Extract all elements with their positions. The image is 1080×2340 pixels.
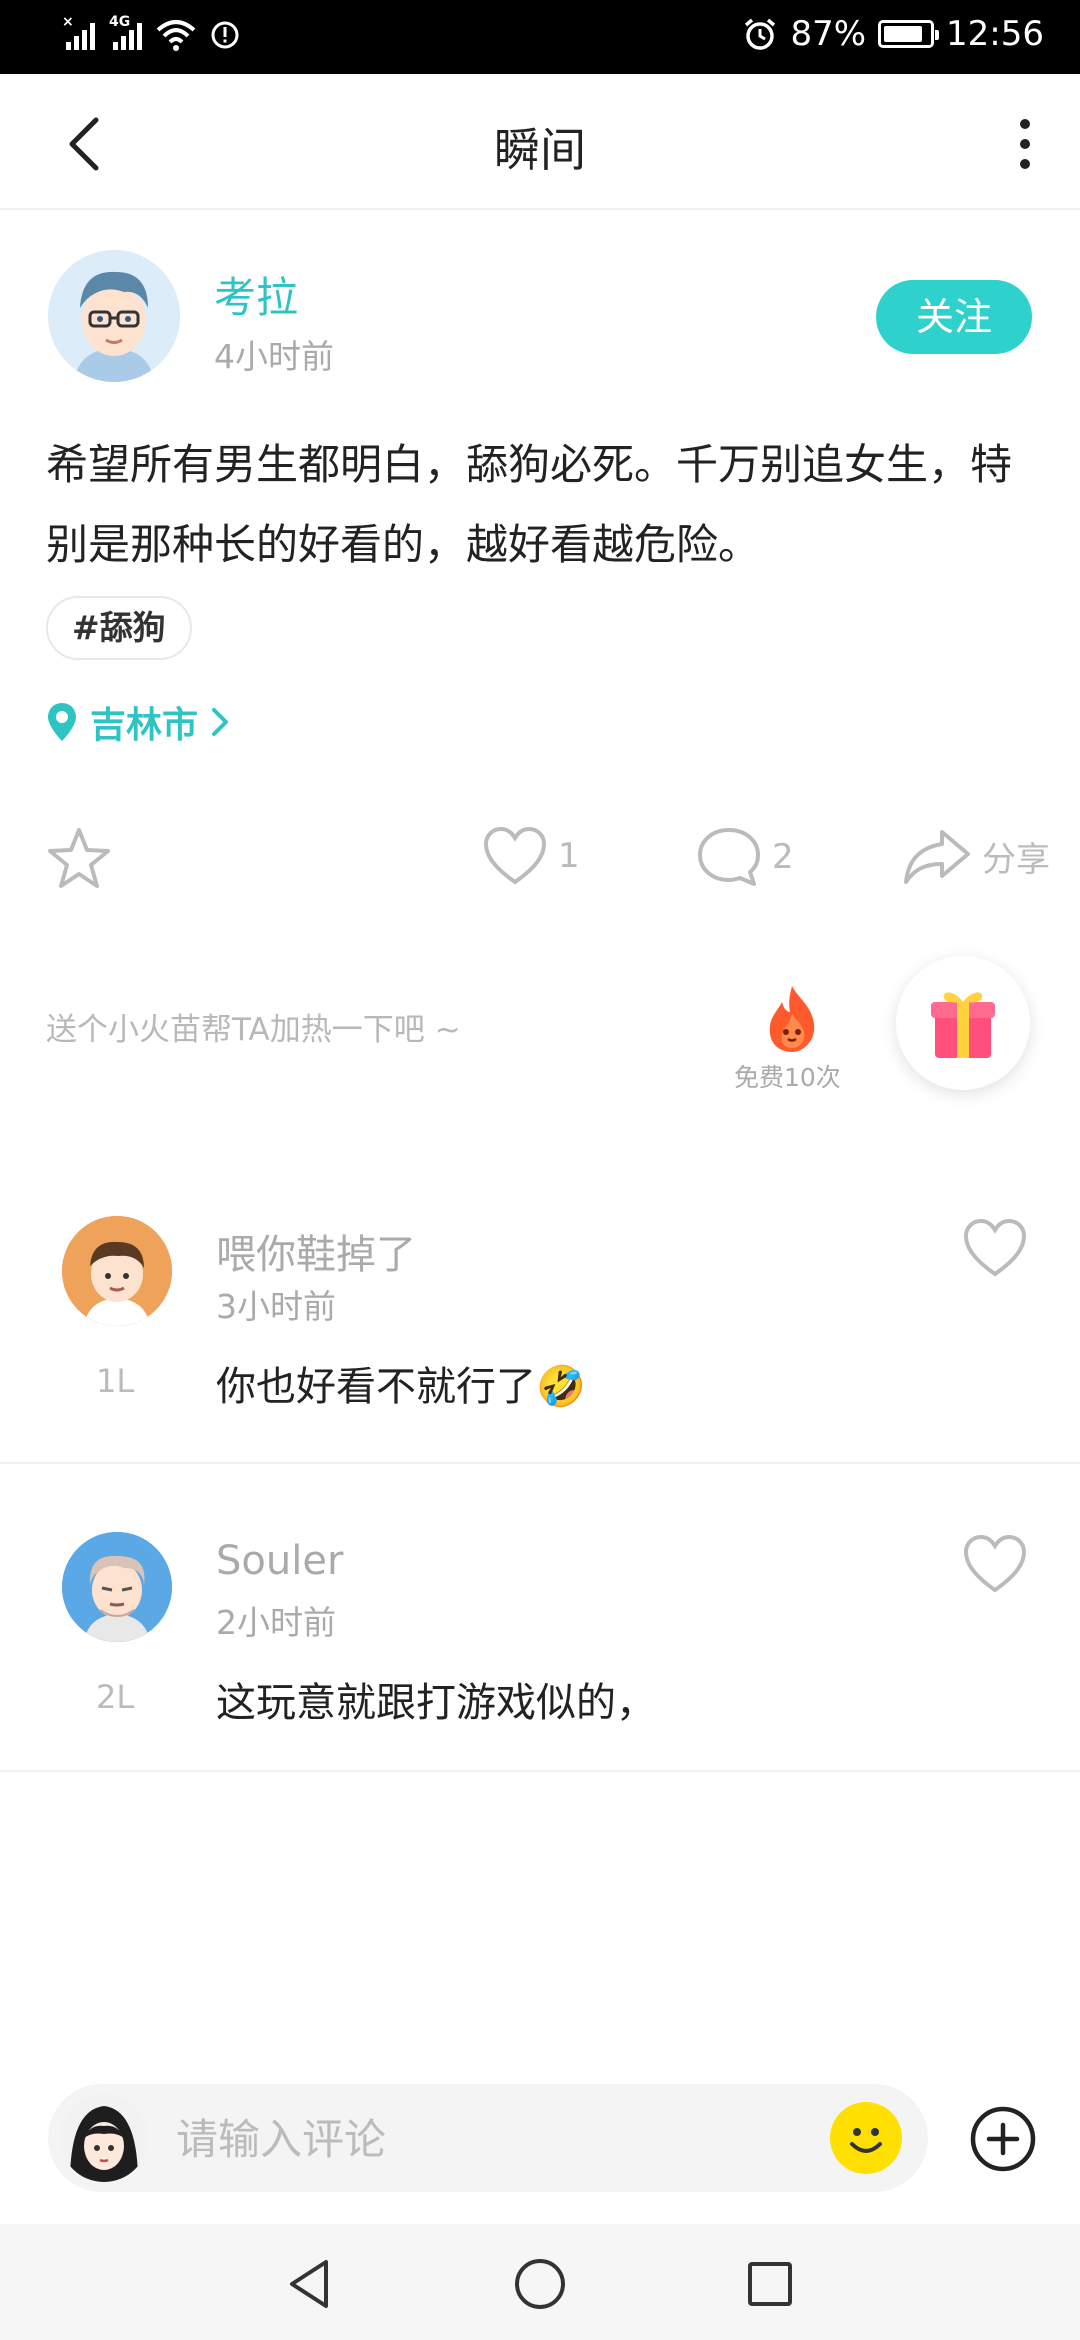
comment-text: 这玩意就跟打游戏似的， [216,1680,656,1726]
heart-icon [963,1218,1027,1277]
comment-bubble-icon [698,828,760,886]
chevron-right-icon [212,708,229,736]
clock: 12:56 [946,14,1044,54]
top-nav-bar: 瞬间 [0,74,1080,210]
share-label: 分享 [982,839,1050,880]
battery-percent: 87% [790,14,867,54]
alarm-icon [745,18,776,50]
smiley-icon [850,2128,882,2153]
heart-icon [483,826,547,885]
gift-button[interactable] [896,956,1030,1090]
commenter-avatar[interactable] [62,1532,172,1642]
favorite-button[interactable] [46,826,112,890]
like-count: 1 [558,836,580,876]
commenter-name[interactable]: 喂你鞋掉了 [216,1222,416,1280]
page-title: 瞬间 [494,123,586,177]
plus-circle-icon [970,2106,1036,2172]
more-options-button[interactable] [1010,114,1040,174]
system-home-button[interactable] [510,2254,570,2314]
flame-button[interactable] [762,984,822,1054]
heart-icon [963,1534,1027,1593]
heat-prompt: 送个小火苗帮TA加热一下吧 ~ [46,1012,461,1048]
comment-timestamp: 3小时前 [216,1287,336,1326]
location-link[interactable]: 吉林市 [46,696,230,748]
comment-floor: 1L [96,1362,135,1400]
status-bar: × 4G 87% 12:56 [0,0,1080,74]
system-back-button[interactable] [280,2254,340,2314]
triangle-back-icon [290,2260,328,2308]
comment-floor: 2L [96,1678,135,1716]
signal-4g-icon: 4G [109,14,142,50]
square-recents-icon [748,2262,792,2306]
divider [0,1462,1080,1464]
alert-icon [211,21,239,49]
author-avatar-illustration [48,250,180,382]
commenter-avatar[interactable] [62,1216,172,1326]
signal-sim1-icon: × [62,14,95,50]
star-icon [48,828,110,888]
my-avatar-illustration [60,2094,148,2182]
comment-button[interactable]: 2 [696,826,794,888]
location-label: 吉林市 [90,705,199,746]
commenter-avatar-illustration [62,1216,172,1326]
comment-text: 你也好看不就行了🤣 [216,1364,586,1410]
comment-like-button[interactable] [962,1218,1028,1278]
commenter-name[interactable]: Souler [216,1538,343,1584]
share-button[interactable]: 分享 [902,826,1050,886]
circle-home-icon [515,2259,565,2309]
comment-count: 2 [772,837,794,877]
my-avatar[interactable] [60,2094,148,2182]
author-avatar[interactable] [48,250,180,382]
free-count-label: 免费10次 [734,1063,841,1092]
author-name[interactable]: 考拉 [214,264,298,325]
flame-icon [769,986,815,1052]
comment-timestamp: 2小时前 [216,1603,336,1642]
location-pin-icon [48,703,76,741]
comment-input[interactable] [176,2104,816,2174]
follow-button[interactable]: 关注 [876,280,1032,354]
divider [0,1770,1080,1772]
topic-tag[interactable]: #舔狗 [46,596,192,660]
add-attachment-button[interactable] [968,2104,1038,2174]
wifi-icon [156,20,196,51]
post-timestamp: 4小时前 [214,337,334,376]
more-vertical-icon [1020,119,1030,169]
gift-icon [931,992,995,1058]
share-arrow-icon [904,830,970,884]
battery-icon [878,20,940,48]
comment-like-button[interactable] [962,1534,1028,1594]
system-recents-button[interactable] [740,2254,800,2314]
like-button[interactable]: 1 [482,826,580,886]
commenter-avatar-illustration [62,1532,172,1642]
emoji-button[interactable] [830,2102,902,2174]
post-content: 希望所有男生都明白，舔狗必死。千万别追女生，特别是那种长的好看的，越好看越危险。 [46,440,1013,569]
system-navigation-bar [0,2224,1080,2340]
